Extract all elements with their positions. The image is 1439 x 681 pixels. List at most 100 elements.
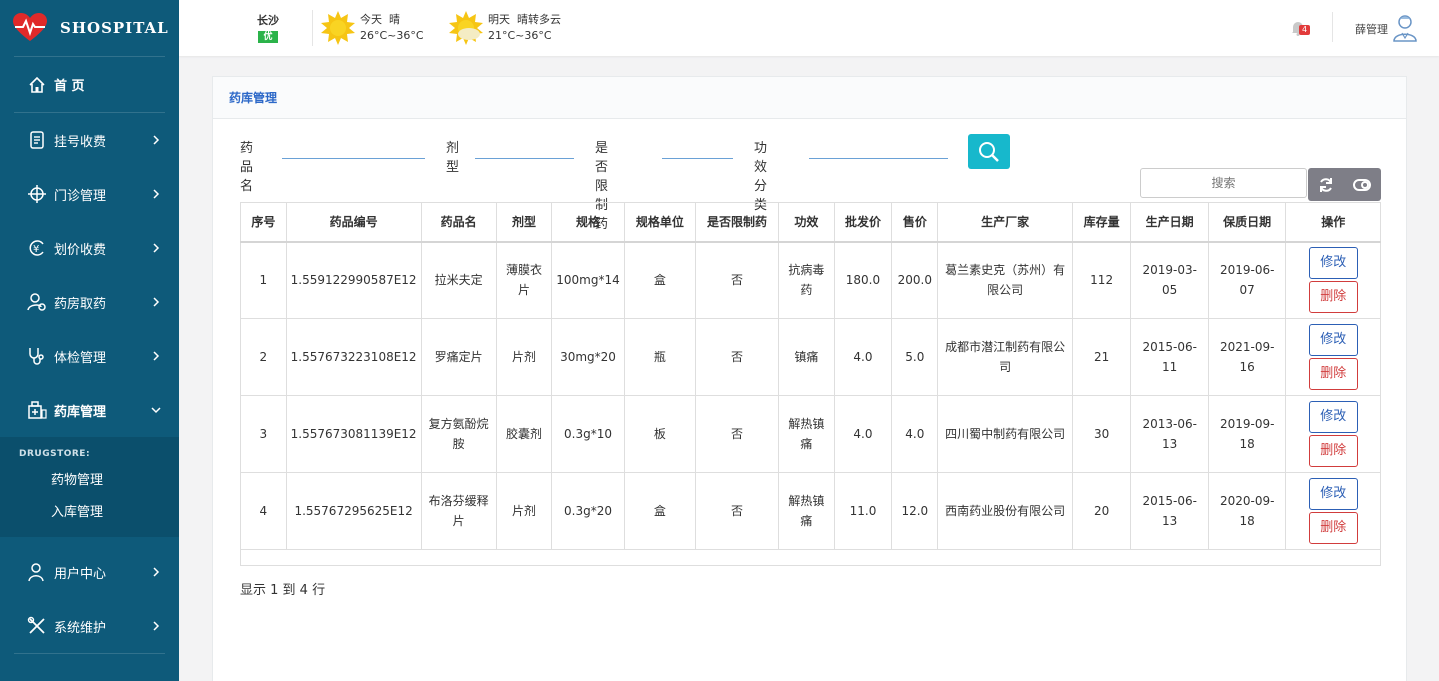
chevron-right-icon xyxy=(151,189,161,199)
row-actions: 修改 删除 xyxy=(1285,241,1381,319)
table-row: 1 1.559122990587E12 拉米夫定 薄膜衣片 100mg*14 盒否抗病毒药… xyxy=(240,241,1381,319)
sidebar-item-label: 首 页 xyxy=(54,79,85,94)
drug-name-input[interactable] xyxy=(282,158,425,159)
edit-button[interactable]: 修改 xyxy=(1308,247,1358,280)
column-header[interactable]: 药品编号 xyxy=(285,202,422,243)
chevron-right-icon xyxy=(151,297,161,307)
search-button[interactable] xyxy=(968,134,1010,169)
sidebar-item-label: 药房取药 xyxy=(54,296,107,312)
table-cell: 葛兰素史克（苏州）有限公司 xyxy=(937,241,1073,319)
tomorrow-condition: 晴转多云 xyxy=(517,13,561,26)
edit-button[interactable]: 修改 xyxy=(1308,401,1358,433)
column-header[interactable]: 生产日期 xyxy=(1130,202,1209,243)
sidebar-item-pricing[interactable]: ¥ 划价收费 xyxy=(0,221,179,275)
row-actions: 修改 删除 xyxy=(1285,472,1381,550)
sidebar-item-pharmacy[interactable]: 药房取药 xyxy=(0,275,179,329)
delete-button[interactable]: 删除 xyxy=(1308,435,1358,467)
table-cell: 3 xyxy=(240,395,287,473)
drug-table: 序号 药品编号 药品名 剂型 规格 规格单位 是否限制药 功效 批发价 售价 生… xyxy=(240,202,1381,566)
table-cell: 片剂 xyxy=(495,318,553,396)
refresh-button[interactable] xyxy=(1308,168,1344,201)
table-cell: 2020-09-18 xyxy=(1207,472,1287,550)
sun-icon xyxy=(321,11,355,45)
delete-button[interactable]: 删除 xyxy=(1308,512,1358,544)
edit-button[interactable]: 修改 xyxy=(1308,324,1358,356)
table-row: 3 1.557673081139E12 复方氨酚烷胺 胶囊剂 0.3g*10 板否解热镇痛… xyxy=(240,395,1381,473)
column-header[interactable]: 规格单位 xyxy=(623,202,697,243)
table-cell: 12.0 xyxy=(891,472,939,550)
sidebar-item-label: 门诊管理 xyxy=(54,188,107,204)
sidebar-item-checkup[interactable]: 体检管理 xyxy=(0,329,179,383)
column-header[interactable]: 药品名 xyxy=(420,202,497,243)
filter-label-dosage-form: 剂型 xyxy=(446,141,460,175)
column-header[interactable]: 库存量 xyxy=(1071,202,1132,243)
toggle-icon xyxy=(1353,178,1371,191)
yen-icon: ¥ xyxy=(27,238,47,258)
sidebar-item-home[interactable]: 首 页 xyxy=(0,57,179,112)
sidebar-item-user-center[interactable]: 用户中心 xyxy=(0,545,179,599)
table-cell: 112 xyxy=(1071,241,1132,319)
delete-button[interactable]: 删除 xyxy=(1308,281,1358,314)
efficacy-input[interactable] xyxy=(809,158,948,159)
table-cell: 1.557673081139E12 xyxy=(285,395,422,473)
column-header[interactable]: 功效 xyxy=(778,202,835,243)
table-cell: 抗病毒药 xyxy=(778,241,835,319)
table-cell: 解热镇痛 xyxy=(778,395,835,473)
submenu-item-drug-management[interactable]: 药物管理 xyxy=(0,465,179,497)
table-cell: 2019-03-05 xyxy=(1130,241,1209,319)
table-cell: 板 xyxy=(623,395,697,473)
delete-button[interactable]: 删除 xyxy=(1308,358,1358,390)
user-icon xyxy=(27,562,47,582)
tomorrow-label: 明天 xyxy=(488,13,510,26)
heart-logo-icon xyxy=(13,13,47,41)
sidebar-item-system-maintenance[interactable]: 系统维护 xyxy=(0,599,179,653)
column-header[interactable]: 售价 xyxy=(891,202,939,243)
refresh-icon xyxy=(1320,177,1332,192)
table-cell: 2019-09-18 xyxy=(1207,395,1287,473)
receipt-icon xyxy=(27,130,47,150)
chevron-right-icon xyxy=(151,135,161,145)
crosshair-icon xyxy=(27,184,47,204)
today-temp: 26°C~36°C xyxy=(360,29,424,42)
user-name[interactable]: 薛管理 xyxy=(1355,21,1388,37)
table-cell: 4.0 xyxy=(833,318,893,396)
doctor-avatar-icon[interactable] xyxy=(1392,13,1418,42)
sidebar-item-label: 划价收费 xyxy=(54,242,107,258)
dosage-form-input[interactable] xyxy=(475,158,574,159)
table-cell: 30mg*20 xyxy=(551,318,625,396)
table-spacer-row xyxy=(240,549,1381,566)
table-cell: 1.55767295625E12 xyxy=(285,472,422,550)
table-cell: 100mg*14 xyxy=(551,241,625,319)
column-header[interactable]: 生产厂家 xyxy=(937,202,1073,243)
user-pharmacy-icon xyxy=(27,292,47,312)
sidebar-item-drugstore[interactable]: 药库管理 xyxy=(0,383,179,437)
table-cell: 成都市潜江制药有限公司 xyxy=(937,318,1073,396)
tomorrow-temp: 21°C~36°C xyxy=(488,29,552,42)
column-header[interactable]: 剂型 xyxy=(495,202,553,243)
sidebar-item-outpatient[interactable]: 门诊管理 xyxy=(0,167,179,221)
sidebar-item-label: 体检管理 xyxy=(54,350,107,366)
table-cell: 布洛芬缓释片 xyxy=(420,472,497,550)
table-cell: 4 xyxy=(240,472,287,550)
column-header[interactable]: 是否限制药 xyxy=(694,202,780,243)
table-cell: 21 xyxy=(1071,318,1132,396)
table-search-input[interactable] xyxy=(1140,168,1307,198)
column-header[interactable]: 序号 xyxy=(240,202,287,243)
search-icon xyxy=(979,141,999,162)
column-header[interactable]: 规格 xyxy=(551,202,625,243)
sidebar-item-label: 系统维护 xyxy=(54,620,107,636)
brand[interactable]: SHOSPITAL xyxy=(0,0,179,56)
table-cell: 薄膜衣片 xyxy=(495,241,553,319)
column-header[interactable]: 保质日期 xyxy=(1207,202,1287,243)
sidebar-item-registration[interactable]: 挂号收费 xyxy=(0,113,179,167)
restricted-input[interactable] xyxy=(662,158,733,159)
sidebar-item-label: 用户中心 xyxy=(54,566,107,582)
table-cell: 2015-06-11 xyxy=(1130,318,1209,396)
submenu-item-stock-in[interactable]: 入库管理 xyxy=(0,497,179,529)
table-cell: 镇痛 xyxy=(778,318,835,396)
edit-button[interactable]: 修改 xyxy=(1308,478,1358,510)
column-header: 操作 xyxy=(1285,202,1381,243)
column-header[interactable]: 批发价 xyxy=(833,202,893,243)
table-header-row: 序号 药品编号 药品名 剂型 规格 规格单位 是否限制药 功效 批发价 售价 生… xyxy=(240,202,1381,243)
toggle-view-button[interactable] xyxy=(1344,168,1380,201)
